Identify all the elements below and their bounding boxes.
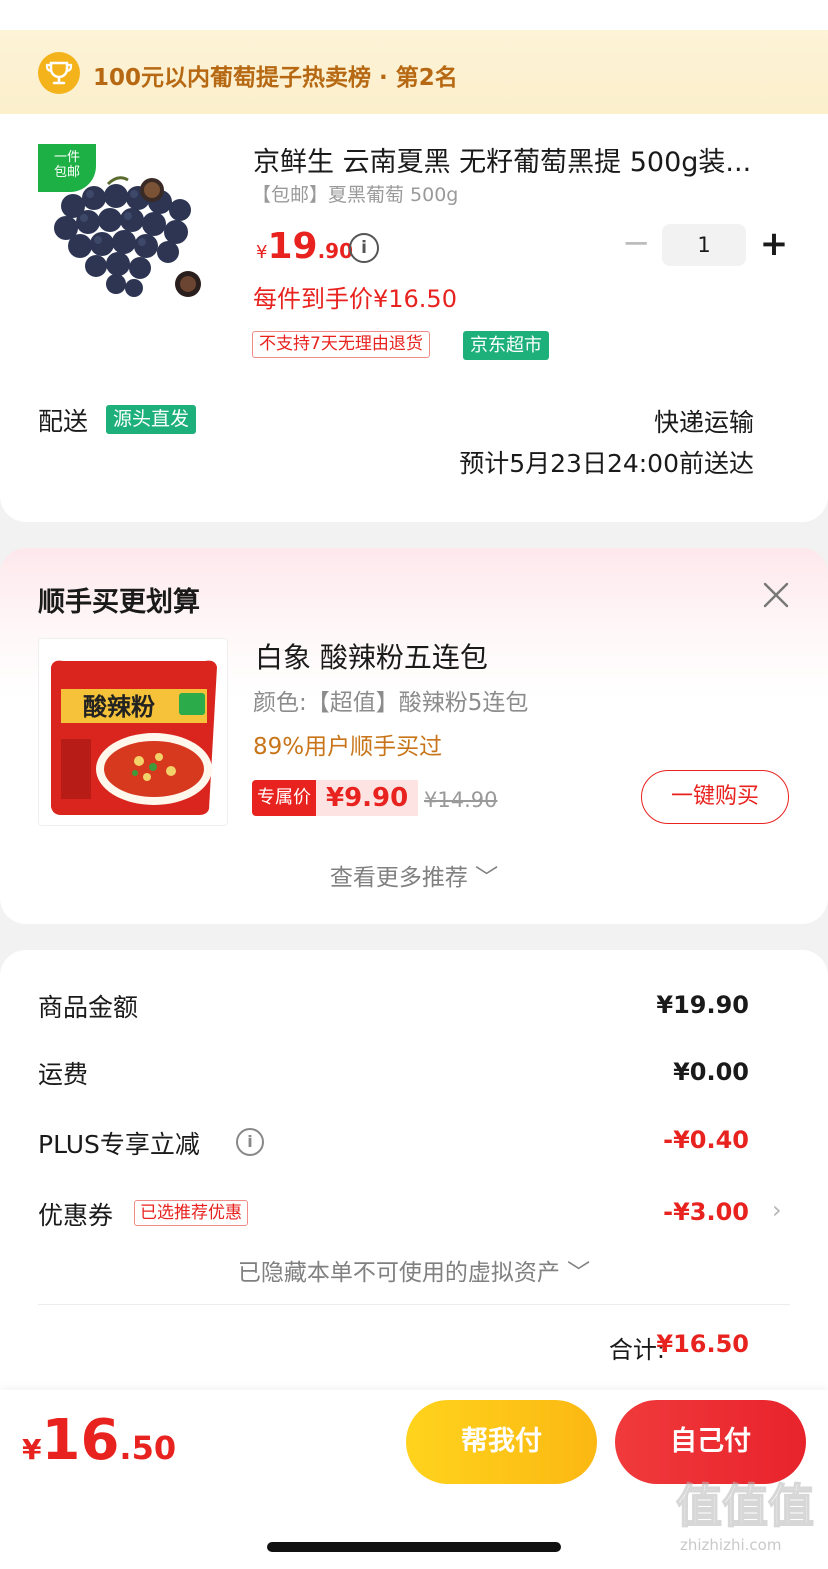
checkout-bar: ¥16.50 帮我付 自己付 值值值 zhizhizhi.com: [0, 1390, 828, 1569]
svg-text:值值值: 值值值: [676, 1479, 814, 1532]
price-decimal: .90: [317, 239, 353, 263]
delivery-method[interactable]: 快递运输: [654, 403, 754, 439]
recommend-title: 顺手买更划算: [38, 587, 200, 618]
watermark-logo: 值值值: [675, 1476, 822, 1534]
rank-text: 100元以内葡萄提子热卖榜 · 第2名: [93, 65, 458, 91]
goods-amount-value: ¥19.90: [656, 991, 749, 1019]
final-price: 每件到手价¥16.50: [253, 285, 457, 313]
product-card: 100元以内葡萄提子热卖榜 · 第2名 一件 包邮 京鲜生 云南夏黑 无籽葡萄黑…: [0, 0, 828, 522]
product-title[interactable]: 京鲜生 云南夏黑 无籽葡萄黑提 500g装...: [253, 140, 773, 179]
exclusive-price: 专属价 ¥9.90: [252, 780, 419, 816]
no-return-tag: 不支持7天无理由退货: [252, 331, 430, 358]
delivery-eta[interactable]: 预计5月23日24:00前送达: [459, 444, 754, 480]
free-shipping-tag: 一件 包邮: [38, 144, 96, 192]
free-tag-line2: 包邮: [53, 165, 80, 180]
total-value: ¥16.50: [656, 1330, 749, 1358]
recommend-product-name[interactable]: 白象 酸辣粉五连包: [255, 636, 488, 676]
one-click-buy-button[interactable]: 一键购买: [641, 770, 789, 824]
help-me-pay-button[interactable]: 帮我付: [406, 1400, 597, 1484]
plus-discount-label: PLUS专享立减: [38, 1130, 200, 1159]
pay-total-decimal: .50: [119, 1429, 177, 1467]
package-print: 酸辣粉: [83, 693, 155, 721]
coupon-value[interactable]: -¥3.00: [663, 1198, 749, 1226]
info-icon[interactable]: i: [236, 1128, 264, 1156]
recommend-product-image[interactable]: 酸辣粉: [38, 638, 228, 826]
recommend-buy-percent: 89%用户顺手买过: [253, 734, 443, 760]
divider: [38, 1304, 790, 1305]
pay-total-currency: ¥: [22, 1433, 42, 1466]
shipping-fee-label: 运费: [38, 1060, 89, 1089]
goods-amount-label: 商品金额: [38, 993, 139, 1022]
pay-total: ¥16.50: [22, 1408, 176, 1473]
pay-myself-button[interactable]: 自己付: [615, 1400, 806, 1484]
original-price: ¥14.90: [424, 788, 498, 812]
product-spec[interactable]: 【包邮】夏黑葡萄 500g: [252, 180, 458, 207]
plus-discount-value: -¥0.40: [663, 1126, 749, 1154]
quantity-minus-button[interactable]: −: [622, 226, 651, 260]
price-currency: ¥: [256, 242, 268, 263]
quantity-plus-button[interactable]: +: [758, 226, 790, 262]
info-icon[interactable]: i: [349, 233, 379, 263]
more-recommendations-link[interactable]: 查看更多推荐 ﹀: [0, 858, 828, 892]
watermark-url: zhizhizhi.com: [680, 1536, 782, 1554]
free-tag-line1: 一件: [53, 150, 80, 165]
home-indicator[interactable]: [267, 1542, 561, 1552]
exclusive-price-label: 专属价: [252, 780, 316, 816]
product-image[interactable]: 一件 包邮: [38, 144, 214, 324]
delivery-label: 配送: [38, 407, 89, 436]
shipping-fee-value: ¥0.00: [673, 1058, 749, 1086]
jd-supermarket-tag: 京东超市: [463, 331, 549, 360]
pay-total-integer: 16: [41, 1408, 120, 1473]
close-icon[interactable]: [762, 581, 790, 609]
order-summary-card: 商品金额 ¥19.90 运费 ¥0.00 PLUS专享立减 i -¥0.40 优…: [0, 950, 828, 1410]
recommend-product-spec: 颜色:【超值】酸辣粉5连包: [253, 690, 529, 716]
rank-banner[interactable]: 100元以内葡萄提子热卖榜 · 第2名: [0, 30, 828, 114]
price-integer: 19: [267, 226, 318, 267]
chevron-right-icon[interactable]: ›: [772, 1196, 782, 1224]
hidden-assets-toggle[interactable]: 已隐藏本单不可使用的虚拟资产 ﹀: [0, 1253, 828, 1287]
coupon-tag: 已选推荐优惠: [134, 1200, 248, 1226]
recommend-card: 顺手买更划算 酸辣粉 白象 酸辣粉五连包 颜色:【超值】酸辣粉5连包 89%用户…: [0, 548, 828, 924]
trophy-icon: [38, 52, 80, 94]
product-price: ¥19.90: [256, 226, 353, 267]
coupon-label[interactable]: 优惠券: [38, 1196, 113, 1232]
delivery-source-tag: 源头直发: [106, 405, 197, 434]
exclusive-price-value: ¥9.90: [316, 780, 419, 816]
quantity-input[interactable]: 1: [662, 224, 746, 266]
